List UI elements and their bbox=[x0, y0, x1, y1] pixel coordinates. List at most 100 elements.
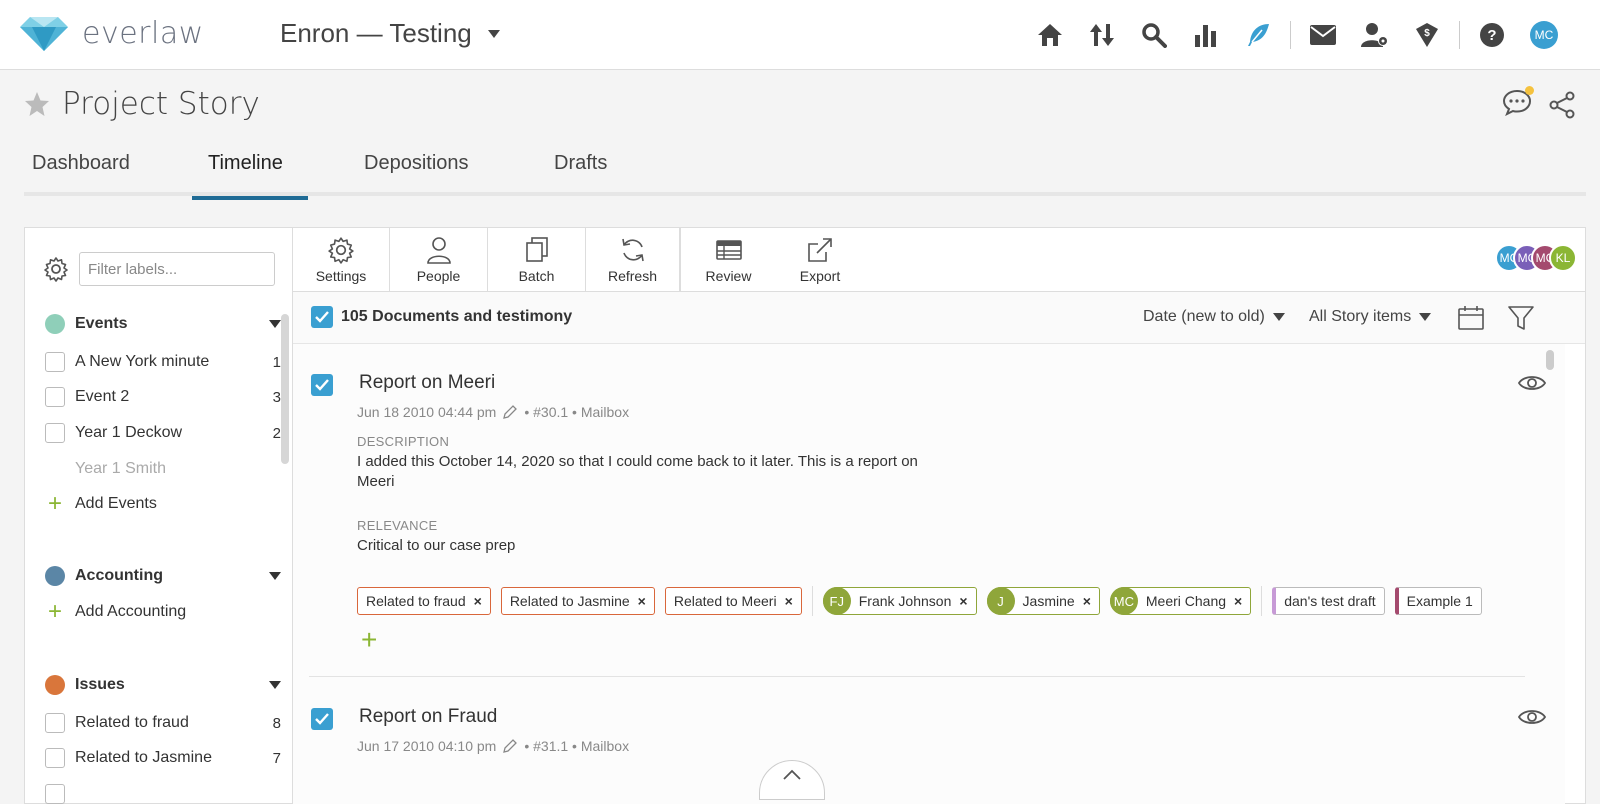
scrollbar-thumb[interactable] bbox=[1546, 350, 1554, 370]
labels-sidebar: Events A New York minute 1 Event 2 3 Yea… bbox=[25, 228, 293, 804]
mail-icon[interactable] bbox=[1297, 16, 1349, 54]
checkbox[interactable] bbox=[45, 784, 65, 804]
avatar: J bbox=[986, 587, 1015, 615]
table-icon bbox=[715, 240, 742, 260]
bar-chart-icon[interactable] bbox=[1180, 16, 1232, 54]
draft-chip[interactable]: Example 1 bbox=[1394, 587, 1482, 615]
tab-drafts[interactable]: Drafts bbox=[502, 138, 682, 196]
pencil-icon[interactable] bbox=[502, 404, 518, 420]
settings-button[interactable]: Settings bbox=[293, 228, 390, 292]
upload-download-icon[interactable] bbox=[1076, 16, 1128, 54]
tab-timeline[interactable]: Timeline bbox=[192, 138, 308, 200]
list-scrollbar[interactable] bbox=[1545, 344, 1555, 804]
search-icon[interactable] bbox=[1128, 16, 1180, 54]
user-settings-icon[interactable] bbox=[1349, 16, 1401, 54]
section-issues[interactable]: Issues bbox=[45, 675, 281, 695]
eye-icon[interactable] bbox=[1517, 372, 1547, 394]
feather-pen-icon[interactable] bbox=[1232, 16, 1284, 54]
item-checkbox[interactable] bbox=[311, 708, 333, 730]
issues-color-dot bbox=[45, 675, 65, 695]
refresh-button[interactable]: Refresh bbox=[586, 228, 680, 292]
scope-dropdown[interactable]: All Story items bbox=[1309, 308, 1432, 326]
checkbox[interactable] bbox=[45, 387, 65, 407]
divider bbox=[1261, 586, 1263, 616]
svg-text:$: $ bbox=[1424, 28, 1430, 39]
close-icon[interactable]: × bbox=[959, 593, 967, 609]
chevron-up-icon bbox=[783, 769, 801, 780]
add-label-button[interactable]: + bbox=[361, 624, 377, 656]
pencil-icon[interactable] bbox=[502, 738, 518, 754]
collapse-triangle-icon[interactable] bbox=[269, 320, 281, 328]
story-title[interactable]: Report on Fraud bbox=[359, 706, 497, 728]
sidebar-item-year-1-smith[interactable]: Year 1 Smith bbox=[45, 460, 281, 478]
sidebar-scrollbar[interactable] bbox=[281, 314, 289, 464]
collaborator-avatars[interactable]: MC MC MC KL bbox=[1495, 244, 1577, 272]
review-button[interactable]: Review bbox=[680, 228, 776, 292]
tab-depositions[interactable]: Depositions bbox=[308, 138, 502, 196]
person-chip[interactable]: J Jasmine × bbox=[986, 587, 1100, 615]
sidebar-item-partial[interactable] bbox=[45, 784, 281, 804]
story-toolbar: Settings People Batch Refresh Review Exp… bbox=[293, 228, 1585, 292]
copy-stack-icon bbox=[525, 237, 548, 262]
item-checkbox[interactable] bbox=[311, 374, 333, 396]
story-title[interactable]: Report on Meeri bbox=[359, 372, 495, 394]
draft-chip[interactable]: dan's test draft bbox=[1272, 587, 1385, 615]
chevron-down-icon bbox=[1419, 313, 1432, 321]
eye-icon[interactable] bbox=[1517, 706, 1547, 728]
story-items-list: Report on Meeri Jun 18 2010 04:44 pm • #… bbox=[293, 344, 1565, 804]
sidebar-item-related-to-jasmine[interactable]: Related to Jasmine 7 bbox=[45, 748, 281, 768]
person-chip[interactable]: FJ Frank Johnson × bbox=[822, 587, 977, 615]
person-chip[interactable]: MC Meeri Chang × bbox=[1109, 587, 1252, 615]
star-icon[interactable] bbox=[24, 91, 50, 117]
home-icon[interactable] bbox=[1024, 16, 1076, 54]
user-avatar[interactable]: MC bbox=[1518, 16, 1570, 54]
sidebar-item-event-2[interactable]: Event 2 3 bbox=[45, 387, 281, 407]
add-accounting-button[interactable]: + Add Accounting bbox=[45, 600, 186, 624]
filter-funnel-icon[interactable] bbox=[1507, 304, 1535, 332]
issue-chip[interactable]: Related to Jasmine × bbox=[500, 587, 655, 615]
story-meta: Jun 17 2010 04:10 pm • #31.1 • Mailbox bbox=[357, 738, 630, 754]
help-icon[interactable]: ? bbox=[1466, 16, 1518, 54]
close-icon[interactable]: × bbox=[1234, 593, 1242, 609]
story-item[interactable]: Report on Meeri Jun 18 2010 04:44 pm • #… bbox=[309, 370, 1549, 710]
section-events[interactable]: Events bbox=[45, 314, 281, 334]
add-events-button[interactable]: + Add Events bbox=[45, 492, 157, 516]
issue-chip[interactable]: Related to Meeri × bbox=[664, 587, 802, 615]
close-icon[interactable]: × bbox=[1083, 593, 1091, 609]
filter-labels-input[interactable] bbox=[79, 252, 275, 286]
close-icon[interactable]: × bbox=[785, 593, 793, 609]
people-button[interactable]: People bbox=[390, 228, 488, 292]
sidebar-item-year-1-deckow[interactable]: Year 1 Deckow 2 bbox=[45, 423, 281, 443]
share-icon[interactable] bbox=[1548, 91, 1576, 119]
story-meta: Jun 18 2010 04:44 pm • #30.1 • Mailbox bbox=[357, 404, 630, 420]
batch-button[interactable]: Batch bbox=[488, 228, 586, 292]
close-icon[interactable]: × bbox=[638, 593, 646, 609]
shield-dollar-icon[interactable]: $ bbox=[1401, 16, 1453, 54]
issue-chip[interactable]: Related to fraud × bbox=[357, 587, 491, 615]
tab-dashboard[interactable]: Dashboard bbox=[24, 138, 192, 196]
gear-icon[interactable] bbox=[43, 256, 69, 282]
export-button[interactable]: Export bbox=[776, 228, 864, 292]
tab-bar: Dashboard Timeline Depositions Drafts bbox=[24, 138, 1586, 200]
close-icon[interactable]: × bbox=[474, 593, 482, 609]
section-accounting[interactable]: Accounting bbox=[45, 566, 281, 586]
sidebar-item-related-to-fraud[interactable]: Related to fraud 8 bbox=[45, 713, 281, 733]
checkbox[interactable] bbox=[45, 748, 65, 768]
story-item[interactable]: Report on Fraud Jun 17 2010 04:10 pm • #… bbox=[309, 704, 1549, 804]
checkbox[interactable] bbox=[45, 352, 65, 372]
logo-text: everlaw bbox=[82, 16, 204, 51]
checkbox[interactable] bbox=[45, 423, 65, 443]
sort-dropdown[interactable]: Date (new to old) bbox=[1143, 308, 1285, 326]
sidebar-item-a-new-york-minute[interactable]: A New York minute 1 bbox=[45, 352, 281, 372]
everlaw-logo[interactable]: everlaw bbox=[20, 16, 204, 51]
select-all-checkbox[interactable] bbox=[311, 306, 333, 328]
collapse-triangle-icon[interactable] bbox=[269, 681, 281, 689]
label-chips: Related to fraud × Related to Jasmine × Re… bbox=[357, 586, 1482, 616]
divider bbox=[309, 676, 1525, 677]
project-selector[interactable]: Enron — Testing bbox=[280, 18, 500, 49]
collapse-triangle-icon[interactable] bbox=[269, 572, 281, 580]
checkbox[interactable] bbox=[45, 713, 65, 733]
section-title: Accounting bbox=[75, 567, 163, 584]
calendar-icon[interactable] bbox=[1457, 304, 1485, 332]
comments-button[interactable] bbox=[1502, 86, 1534, 121]
